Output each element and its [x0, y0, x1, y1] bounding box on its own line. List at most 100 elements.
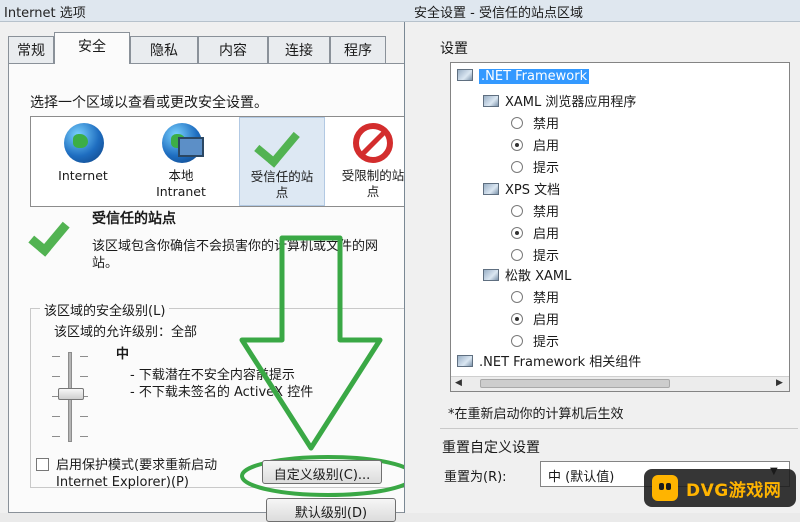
protected-mode-label-line1: 启用保护模式(要求重新启动	[56, 458, 218, 473]
settings-group-icon	[457, 355, 473, 367]
zone-label-second-line: 点	[275, 185, 289, 200]
slider-tick	[52, 436, 60, 437]
tab-connections[interactable]: 连接	[268, 36, 330, 63]
tree-option-enable[interactable]: 启用	[511, 223, 559, 242]
zone-restricted-sites[interactable]: 受限制的站 点	[335, 117, 411, 206]
monitor-icon	[178, 137, 204, 157]
radio-button[interactable]	[511, 291, 523, 303]
slider-tick	[80, 376, 88, 377]
zone-heading: 受信任的站点	[92, 211, 176, 227]
zone-instruction: 选择一个区域以查看或更改安全设置。	[30, 95, 268, 111]
tree-option-prompt[interactable]: 提示	[511, 157, 559, 176]
scroll-right-arrow-icon[interactable]: ▶	[776, 378, 783, 388]
tab-content[interactable]: 内容	[198, 36, 268, 63]
slider-tick	[52, 356, 60, 357]
tree-option-label: 提示	[533, 249, 560, 264]
radio-button[interactable]	[511, 117, 523, 129]
protected-mode-checkbox[interactable]	[36, 458, 49, 471]
security-level-title: 该区域的安全级别(L)	[40, 300, 170, 319]
watermark-text: DVG游戏网	[686, 481, 782, 501]
tree-option-label: 禁用	[533, 117, 560, 132]
radio-button[interactable]	[511, 139, 523, 151]
tree-option-prompt[interactable]: 提示	[511, 331, 559, 350]
settings-tree[interactable]: .NET Framework XAML 浏览器应用程序 禁用 启用 提示 XPS…	[450, 62, 790, 392]
tree-option-disable[interactable]: 禁用	[511, 287, 559, 306]
tree-option-enable[interactable]: 启用	[511, 135, 559, 154]
radio-button[interactable]	[511, 313, 523, 325]
zone-label: 受信任的站	[250, 169, 314, 184]
radio-button[interactable]	[511, 227, 523, 239]
tab-security[interactable]: 安全	[54, 32, 130, 64]
down-arrow-annotation	[239, 235, 408, 497]
zone-label: 本地	[168, 168, 194, 183]
slider-tick	[52, 416, 60, 417]
slider-tick	[80, 356, 88, 357]
security-level-slider-thumb[interactable]	[58, 388, 84, 400]
zone-label-second-line: 点	[366, 184, 380, 199]
settings-item-icon	[483, 95, 499, 107]
tree-option-label: 提示	[533, 335, 560, 350]
zone-local-intranet[interactable]: 本地 Intranet	[143, 117, 219, 206]
tree-item-label: XAML 浏览器应用程序	[505, 95, 637, 110]
reset-to-label: 重置为(R):	[444, 470, 507, 485]
tree-group-dotnet[interactable]: .NET Framework	[457, 69, 590, 84]
globe-icon	[64, 123, 104, 163]
tree-option-label: 禁用	[533, 291, 560, 306]
radio-button[interactable]	[511, 205, 523, 217]
tree-option-label: 启用	[533, 227, 560, 242]
zone-label: Internet	[58, 168, 108, 183]
zone-trusted-sites[interactable]: 受信任的站 点	[239, 117, 325, 206]
tree-item-xaml-browser-apps[interactable]: XAML 浏览器应用程序	[483, 91, 636, 110]
internet-options-titlebar[interactable]: Internet 选项	[0, 0, 408, 22]
tree-option-label: 提示	[533, 161, 560, 176]
protected-mode-label-line2: Internet Explorer)(P)	[56, 475, 189, 490]
tree-option-disable[interactable]: 禁用	[511, 201, 559, 220]
tree-group-dotnet-components[interactable]: .NET Framework 相关组件	[457, 351, 641, 370]
scroll-left-arrow-icon[interactable]: ◀	[455, 378, 462, 388]
radio-button[interactable]	[511, 161, 523, 173]
tree-option-label: 启用	[533, 139, 560, 154]
tree-option-label: 启用	[533, 313, 560, 328]
radio-button[interactable]	[511, 249, 523, 261]
settings-group-icon	[457, 69, 473, 81]
tree-option-label: 禁用	[533, 205, 560, 220]
radio-button[interactable]	[511, 335, 523, 347]
horizontal-scrollbar-thumb[interactable]	[480, 379, 670, 388]
allowed-levels-text: 该区域的允许级别：全部	[54, 325, 198, 340]
settings-item-icon	[483, 269, 499, 281]
reset-level-value: 中 (默认值)	[548, 470, 615, 485]
tree-item-label: XPS 文档	[505, 183, 561, 198]
zone-label: 受限制的站	[341, 168, 405, 183]
window-title: 安全设置 - 受信任的站点区域	[414, 6, 583, 21]
settings-label: 设置	[440, 41, 468, 57]
tree-group-label: .NET Framework	[479, 69, 590, 84]
zone-internet[interactable]: Internet	[45, 117, 121, 206]
settings-item-icon	[483, 183, 499, 195]
tree-option-enable[interactable]: 启用	[511, 309, 559, 328]
default-level-button[interactable]: 默认级别(D)	[266, 498, 396, 522]
restart-note: *在重新启动你的计算机后生效	[448, 407, 624, 422]
slider-tick	[80, 436, 88, 437]
no-entry-icon	[353, 123, 393, 163]
window-title: Internet 选项	[4, 6, 86, 21]
security-level-name: 中	[116, 347, 130, 362]
tree-item-label: 松散 XAML	[505, 269, 572, 284]
zone-list: Internet 本地 Intranet 受信任的站 点 受限制的站 点	[30, 116, 410, 207]
tab-programs[interactable]: 程序	[330, 36, 386, 63]
tree-option-disable[interactable]: 禁用	[511, 113, 559, 132]
slider-tick	[52, 376, 60, 377]
tree-option-prompt[interactable]: 提示	[511, 245, 559, 264]
checkmark-icon	[254, 120, 300, 168]
tab-general[interactable]: 常规	[8, 36, 54, 63]
protected-mode-label: 启用保护模式(要求重新启动 Internet Explorer)(P)	[56, 457, 217, 491]
slider-tick	[80, 416, 88, 417]
tree-group-label: .NET Framework 相关组件	[479, 355, 642, 370]
gamepad-logo-icon	[652, 475, 678, 501]
security-settings-titlebar[interactable]: 安全设置 - 受信任的站点区域	[404, 0, 800, 22]
tree-item-loose-xaml[interactable]: 松散 XAML	[483, 265, 571, 284]
tree-item-xps-documents[interactable]: XPS 文档	[483, 179, 560, 198]
custom-level-button[interactable]: 自定义级别(C)...	[262, 460, 382, 484]
zone-label-second-line: Intranet	[156, 184, 206, 199]
reset-custom-settings-title: 重置自定义设置	[442, 440, 540, 456]
tab-privacy[interactable]: 隐私	[130, 36, 198, 63]
